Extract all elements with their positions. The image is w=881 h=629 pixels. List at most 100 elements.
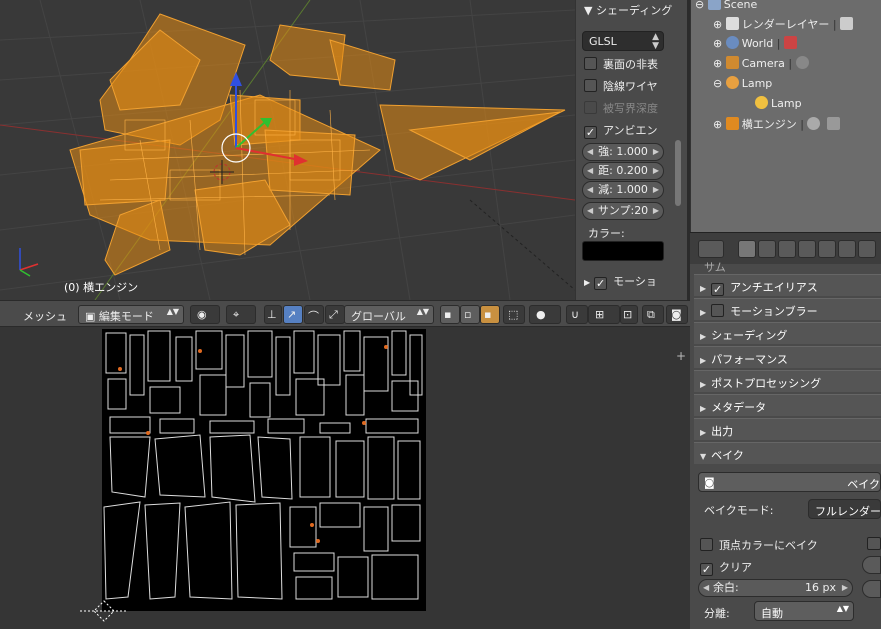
outliner-row-lamp-data[interactable]: Lamp — [755, 96, 802, 116]
motion-panel-header[interactable]: ▶ ✓ モーショ — [584, 273, 657, 290]
checkbox-label: 裏面の非表 — [603, 58, 658, 71]
uv-map-image[interactable] — [0, 327, 690, 629]
expand-plus-icon: ⊕ — [713, 57, 723, 70]
outliner-row-lamp[interactable]: ⊖ Lamp — [713, 76, 772, 96]
outliner-row-camera[interactable]: ⊕ Camera | — [713, 56, 812, 76]
viewport-shading-select[interactable]: ◉ — [190, 305, 220, 324]
bake-mode-value: フルレンダー — [815, 505, 881, 518]
antialiasing-section[interactable]: ▶ ✓ アンチエイリアス — [694, 274, 881, 296]
3d-viewport[interactable]: (0) 横エンジン — [0, 0, 575, 300]
bake-mode-select[interactable]: フルレンダー — [808, 499, 881, 519]
constraints-tab[interactable] — [838, 240, 856, 258]
snap-target-icon: ⊡ — [623, 308, 633, 321]
3d-scene[interactable] — [0, 0, 575, 300]
panel-scrollbar[interactable] — [675, 140, 681, 206]
attenuation-field[interactable]: ◀ 減: 1.000 ▶ — [582, 181, 664, 199]
editor-type-select[interactable] — [698, 240, 724, 258]
uv-image-editor[interactable]: + — [0, 327, 690, 629]
backface-culling-checkbox[interactable]: 裏面の非表 — [584, 56, 658, 72]
orientation-value: グローバル — [351, 310, 406, 323]
outliner-row-world[interactable]: ⊕ World | — [713, 36, 800, 56]
rotate-button[interactable]: ⌒ — [304, 305, 324, 324]
margin-value: 16 px — [805, 581, 836, 594]
pivot-point-select[interactable]: ⌖ — [226, 305, 256, 324]
shading-mode-select[interactable]: GLSL ▲ ▼ — [582, 31, 664, 51]
partial-field-right-2[interactable] — [862, 580, 881, 598]
plus-icon[interactable]: + — [676, 349, 686, 363]
render-tab[interactable] — [738, 240, 756, 258]
spaceship-mesh[interactable] — [69, 13, 566, 276]
decrement-icon: ◀ — [587, 206, 594, 215]
layers-icon: ⧉ — [647, 308, 655, 321]
scene-icon — [707, 0, 721, 10]
shading-section[interactable]: ▶ シェーディング — [694, 322, 881, 344]
ambient-occlusion-checkbox[interactable]: ✓ アンビエン — [584, 122, 658, 139]
split-select[interactable]: 自動 ▲▼ — [754, 601, 854, 621]
separator: | — [788, 57, 793, 70]
clear-checkbox[interactable]: ✓ クリア — [700, 559, 752, 576]
shading-panel-header[interactable]: ▼ シェーディング — [584, 2, 684, 18]
face-cube-icon: ▪ — [484, 308, 492, 321]
partial-section-label: サム — [704, 261, 726, 274]
samples-field[interactable]: ◀ サンプ:20 ▶ — [582, 202, 664, 220]
select-arrows-icon: ▲▼ — [836, 604, 849, 613]
modifier-icon — [807, 117, 821, 130]
depth-of-field-checkbox[interactable]: 被写界深度 — [584, 100, 658, 116]
output-section[interactable]: ▶ 出力 — [694, 418, 881, 440]
margin-field[interactable]: ◀ 余白: 16 px ▶ — [698, 579, 853, 597]
occlude-geometry-toggle[interactable]: ⬚ — [503, 305, 525, 324]
hidden-wire-checkbox[interactable]: 陰線ワイヤ — [584, 78, 658, 94]
properties-shelf: ▼ シェーディング GLSL ▲ ▼ 裏面の非表 陰線ワイヤ 被写界深度 ✓ アンビエ… — [575, 0, 687, 300]
snap-target-button[interactable]: ⊡ — [620, 305, 638, 324]
row-label: Lamp — [771, 97, 802, 110]
render-layers-tab[interactable] — [758, 240, 776, 258]
bake-section[interactable]: ▼ ベイク — [694, 442, 881, 464]
mode-select[interactable]: ▣ 編集モード ▲▼ — [78, 305, 184, 324]
snap-toggle[interactable]: ∪ — [566, 305, 588, 324]
manipulator-toggle[interactable]: ⊥ — [264, 305, 282, 324]
render-button[interactable]: ◙ — [666, 305, 688, 324]
object-tab[interactable] — [818, 240, 836, 258]
pivot-icon: ⌖ — [233, 308, 240, 321]
section-title: 出力 — [711, 425, 734, 438]
motion-blur-section[interactable]: ▶ モーションブラー — [694, 298, 881, 320]
outliner-row-scene[interactable]: ⊖ Scene — [695, 0, 757, 17]
post-processing-section[interactable]: ▶ ポストプロセッシング — [694, 370, 881, 392]
snap-element-select[interactable]: ⊞ — [588, 305, 620, 324]
proportional-edit-select[interactable]: ● — [529, 305, 561, 324]
performance-section[interactable]: ▶ パフォーマンス — [694, 346, 881, 368]
edge-select-mode[interactable]: ▫ — [460, 305, 480, 324]
bake-button-label: ベイク — [847, 478, 880, 491]
face-select-mode[interactable]: ▪ — [480, 305, 500, 324]
orientation-select[interactable]: グローバル ▲▼ — [344, 305, 434, 324]
field-value: 減: 1.000 — [598, 183, 648, 196]
world-tab[interactable] — [798, 240, 816, 258]
distance-field[interactable]: ◀ 距: 0.200 ▶ — [582, 162, 664, 180]
camera-object-icon — [725, 56, 739, 69]
checkbox-label: 陰線ワイヤ — [603, 80, 658, 93]
scale-icon: ⤢ — [329, 308, 338, 321]
translate-button[interactable]: ↗ — [283, 305, 303, 324]
expand-triangle-icon: ▶ — [700, 404, 707, 413]
metadata-section[interactable]: ▶ メタデータ — [694, 394, 881, 416]
layers-button[interactable]: ⧉ — [642, 305, 664, 324]
outliner-row-engine[interactable]: ⊕ 横エンジン | — [713, 116, 843, 136]
modifiers-tab[interactable] — [858, 240, 876, 258]
field-value: 距: 0.200 — [598, 164, 648, 177]
increment-icon: ▶ — [652, 185, 659, 194]
outliner-row-render-layers[interactable]: ⊕ レンダーレイヤー | — [713, 16, 856, 36]
scale-button[interactable]: ⤢ — [325, 305, 345, 324]
extra-checkbox[interactable] — [867, 537, 881, 550]
field-value: 強: 1.000 — [598, 145, 648, 158]
strength-field[interactable]: ◀ 強: 1.000 ▶ — [582, 143, 664, 161]
scene-tab[interactable] — [778, 240, 796, 258]
snap-element-icon: ⊞ — [595, 308, 605, 321]
increment-icon: ▶ — [841, 583, 848, 592]
color-swatch[interactable] — [582, 241, 664, 261]
bake-button[interactable]: ◙ ベイク — [698, 472, 881, 492]
expand-triangle-icon: ▶ — [700, 308, 707, 317]
mesh-menu[interactable]: メッシュ — [23, 308, 67, 324]
partial-field-right[interactable] — [862, 556, 881, 574]
bake-to-vertex-color-checkbox[interactable]: 頂点カラーにベイク — [700, 537, 818, 553]
vertex-select-mode[interactable]: ▪ — [440, 305, 460, 324]
